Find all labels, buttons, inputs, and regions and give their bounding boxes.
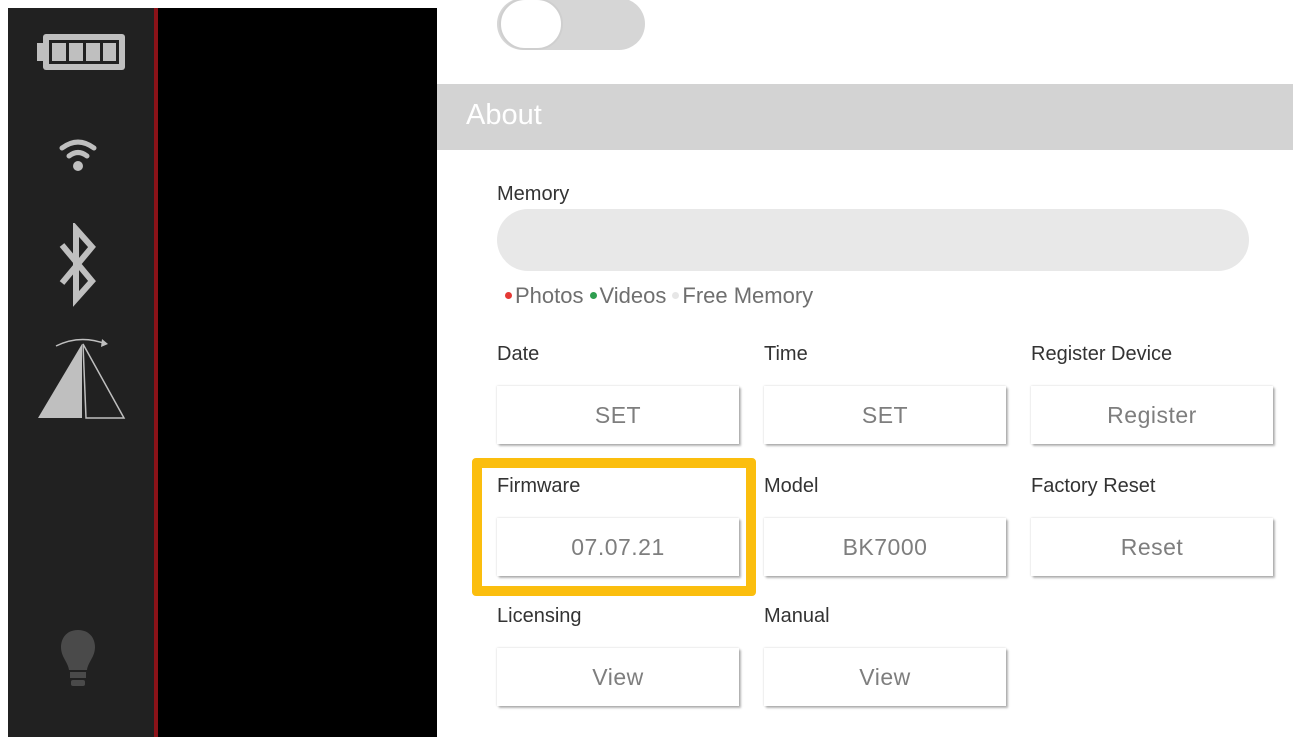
- manual-view-button[interactable]: View: [764, 648, 1006, 706]
- legend-videos: Videos: [599, 283, 667, 308]
- time-label: Time: [764, 343, 808, 365]
- settings-panel: About Memory Photos Videos Free Memory Dat…: [437, 0, 1293, 737]
- set-time-button[interactable]: SET: [764, 386, 1006, 444]
- licensing-view-button[interactable]: View: [497, 648, 739, 706]
- register-device-button[interactable]: Register: [1031, 386, 1273, 444]
- lightbulb-icon[interactable]: [60, 628, 96, 692]
- date-label: Date: [497, 343, 540, 365]
- photos-dot-icon: [505, 291, 512, 299]
- free-memory-dot-icon: [672, 291, 680, 299]
- videos-dot-icon: [589, 291, 597, 299]
- licensing-label: Licensing: [497, 605, 582, 627]
- bluetooth-icon[interactable]: [58, 223, 98, 307]
- set-date-button[interactable]: SET: [497, 386, 739, 444]
- factory-reset-label: Factory Reset: [1031, 475, 1156, 497]
- register-device-label: Register Device: [1031, 343, 1173, 365]
- memory-usage-bar: [497, 209, 1249, 271]
- manual-label: Manual: [764, 605, 830, 627]
- status-sidebar: [8, 8, 154, 737]
- battery-full-icon: [37, 34, 125, 70]
- firmware-version-button[interactable]: 07.07.21: [497, 518, 739, 576]
- firmware-label: Firmware: [497, 475, 581, 497]
- toggle-knob: [499, 0, 563, 50]
- memory-legend: Photos Videos Free Memory: [505, 283, 813, 309]
- about-header-title: About: [466, 99, 542, 131]
- model-label: Model: [764, 475, 819, 497]
- level-calibration-icon[interactable]: [36, 330, 128, 422]
- memory-label: Memory: [497, 183, 570, 205]
- wifi-icon[interactable]: [58, 138, 98, 174]
- camera-viewport: [158, 8, 437, 737]
- about-section-header: About: [437, 84, 1293, 150]
- factory-reset-button[interactable]: Reset: [1031, 518, 1273, 576]
- legend-photos: Photos: [515, 283, 584, 308]
- model-button[interactable]: BK7000: [764, 518, 1006, 576]
- settings-toggle[interactable]: [497, 0, 645, 54]
- legend-free-memory: Free Memory: [682, 283, 814, 308]
